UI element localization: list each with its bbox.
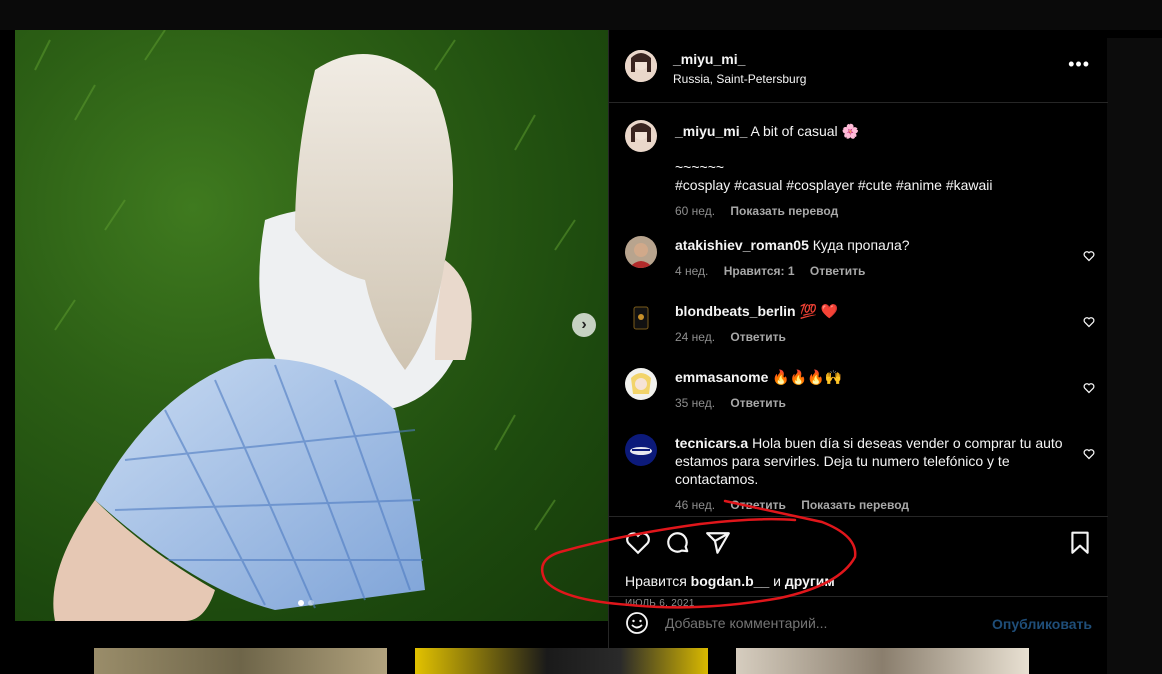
heart-icon[interactable] (1083, 250, 1095, 262)
reply-button[interactable]: Ответить (730, 396, 785, 410)
more-options-button[interactable]: ••• (1068, 54, 1090, 75)
commenter-avatar[interactable] (625, 236, 657, 268)
background-thumbnail (415, 648, 708, 674)
caption-text: A bit of casual 🌸 (750, 123, 860, 139)
comment-text: 🔥🔥🔥🙌 (772, 369, 843, 385)
commenter-username[interactable]: tecnicars.a (675, 435, 748, 451)
post-location[interactable]: Russia, Saint-Petersburg (673, 72, 806, 86)
more-icon: ••• (1068, 54, 1090, 74)
next-photo-button[interactable]: › (572, 313, 596, 337)
comment-like-count[interactable]: Нравится: 1 (724, 264, 795, 278)
reply-button[interactable]: Ответить (810, 264, 865, 278)
caption-time[interactable]: 60 нед. (675, 204, 715, 218)
photo-illustration (34, 30, 576, 621)
chevron-right-icon: › (581, 316, 587, 333)
likes-prefix: Нравится (625, 573, 687, 589)
post-photo[interactable]: › (15, 30, 608, 621)
liked-by-others-link[interactable]: другим (785, 573, 835, 589)
heart-icon[interactable] (1083, 316, 1095, 328)
post-modal: › _miyu_mi_ Russia, Saint-Petersburg ••• (15, 30, 1108, 648)
carousel-indicator (298, 600, 314, 606)
media-bottom-bar (15, 621, 608, 648)
avatar-image (625, 302, 657, 334)
heart-icon[interactable] (1083, 382, 1095, 394)
emoji-icon[interactable] (625, 611, 649, 635)
author-username[interactable]: _miyu_mi_ (673, 51, 806, 67)
commenter-avatar[interactable] (625, 302, 657, 334)
comment-time[interactable]: 24 нед. (675, 330, 715, 344)
heart-icon[interactable] (625, 530, 651, 556)
show-translation-button[interactable]: Показать перевод (801, 498, 909, 512)
carousel-dot (298, 600, 304, 606)
publish-button[interactable]: Опубликовать (992, 616, 1092, 632)
commenter-username[interactable]: emmasanome (675, 369, 768, 385)
comment-time[interactable]: 46 нед. (675, 498, 715, 512)
commenter-username[interactable]: atakishiev_roman05 (675, 237, 809, 253)
commenter-avatar[interactable] (625, 368, 657, 400)
avatar-image (625, 434, 657, 466)
carousel-dot (308, 600, 314, 606)
reply-button[interactable]: Ответить (730, 498, 785, 512)
avatar-image (625, 120, 657, 152)
avatar-image (625, 236, 657, 268)
comment-icon[interactable] (665, 530, 691, 556)
caption-hashtags[interactable]: #cosplay #casual #cosplayer #cute #anime… (675, 176, 1075, 194)
show-translation-button[interactable]: Показать перевод (730, 204, 838, 218)
commenter-username[interactable]: blondbeats_berlin (675, 303, 796, 319)
liked-by-user[interactable]: bogdan.b__ (691, 573, 770, 589)
share-icon[interactable] (705, 530, 731, 556)
likes-summary: Нравится bogdan.b__ и другим (625, 573, 835, 589)
reply-button[interactable]: Ответить (730, 330, 785, 344)
background-page-header (0, 0, 1162, 30)
add-comment-bar: Опубликовать (609, 596, 1108, 648)
likes-and: и (773, 573, 781, 589)
background-page-side (1107, 38, 1162, 674)
bookmark-icon[interactable] (1067, 530, 1093, 556)
author-avatar[interactable] (625, 120, 657, 152)
heart-icon[interactable] (1083, 448, 1095, 460)
caption-username[interactable]: _miyu_mi_ (675, 123, 747, 139)
comment-text: Куда пропала? (812, 237, 910, 253)
comment-input[interactable] (665, 615, 965, 631)
background-thumbnail (736, 648, 1029, 674)
commenter-avatar[interactable] (625, 434, 657, 466)
comments-list: _miyu_mi_ A bit of casual 🌸 ~~~~~~ #cosp… (609, 104, 1108, 516)
post-side-panel: _miyu_mi_ Russia, Saint-Petersburg ••• _ (608, 30, 1108, 648)
background-thumbnail (94, 648, 387, 674)
avatar-image (625, 368, 657, 400)
comment-text: 💯 ❤️ (799, 303, 839, 319)
author-avatar[interactable] (625, 50, 657, 82)
comment-time[interactable]: 35 нед. (675, 396, 715, 410)
comment-time[interactable]: 4 нед. (675, 264, 708, 278)
avatar-image (625, 50, 657, 82)
caption-line: ~~~~~~ (675, 159, 725, 175)
post-header: _miyu_mi_ Russia, Saint-Petersburg ••• (609, 30, 1108, 103)
